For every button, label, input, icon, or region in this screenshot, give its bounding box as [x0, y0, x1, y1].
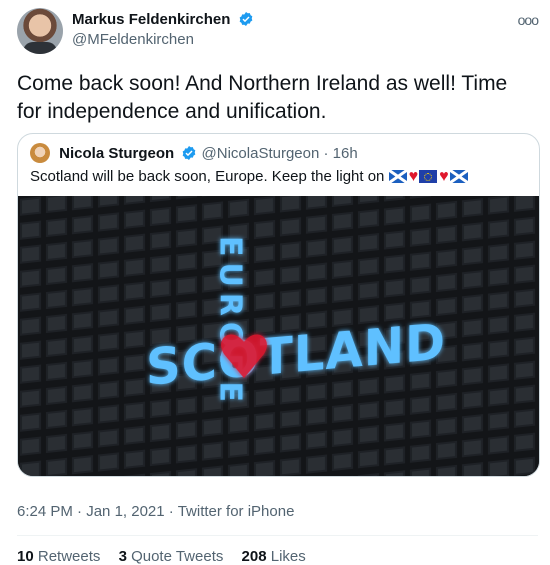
- tweet-meta: 6:24 PM · Jan 1, 2021 · Twitter for iPho…: [17, 503, 294, 520]
- meta-separator: ·: [77, 503, 83, 520]
- author-handle[interactable]: @MFeldenkirchen: [72, 31, 194, 48]
- quoted-tweet[interactable]: Nicola Sturgeon @NicolaSturgeon · 16h Sc…: [17, 133, 540, 477]
- author-name-row[interactable]: Markus Feldenkirchen: [72, 11, 254, 28]
- quoted-tweet-header: Nicola Sturgeon @NicolaSturgeon · 16h: [30, 143, 358, 163]
- retweets-count: 10: [17, 548, 34, 565]
- author-name[interactable]: Markus Feldenkirchen: [72, 11, 230, 28]
- tweet-time[interactable]: 6:24 PM: [17, 503, 73, 520]
- meta-separator: ·: [168, 503, 174, 520]
- author-avatar[interactable]: [17, 8, 63, 54]
- quoted-tweet-text: Scotland will be back soon, Europe. Keep…: [30, 168, 385, 185]
- eu-flag-icon: [419, 170, 438, 183]
- retweets-label: Retweets: [37, 548, 101, 565]
- scotland-flag-icon: [388, 170, 407, 183]
- quoted-separator: ·: [323, 145, 329, 162]
- retweets-stat[interactable]: 10 Retweets: [17, 548, 100, 565]
- quote-tweets-stat[interactable]: 3 Quote Tweets: [119, 548, 224, 565]
- red-heart-icon: ♥: [408, 168, 419, 185]
- likes-stat[interactable]: 208 Likes: [242, 548, 306, 565]
- quoted-tweet-text-row: Scotland will be back soon, Europe. Keep…: [30, 168, 469, 186]
- quoted-age: 16h: [332, 145, 358, 162]
- quoted-author-handle: @NicolaSturgeon: [201, 145, 320, 162]
- quote-tweets-count: 3: [118, 548, 127, 565]
- quoted-verified-badge-icon: [183, 146, 196, 160]
- more-options-icon[interactable]: ooo: [518, 12, 539, 28]
- divider: [17, 535, 538, 536]
- red-heart-icon: ♥: [439, 168, 449, 185]
- quote-tweets-label: Quote Tweets: [131, 548, 224, 565]
- tweet-stats: 10 Retweets 3 Quote Tweets 208 Likes: [17, 548, 320, 565]
- likes-count: 208: [241, 548, 267, 565]
- tweet-text: Come back soon! And Northern Ireland as …: [17, 72, 508, 123]
- likes-label: Likes: [270, 548, 306, 565]
- quoted-author-avatar: [30, 143, 50, 163]
- quoted-author-name: Nicola Sturgeon: [59, 145, 175, 162]
- tweet-date[interactable]: Jan 1, 2021: [86, 503, 164, 520]
- tweet-source[interactable]: Twitter for iPhone: [178, 503, 295, 520]
- scotland-flag-icon: [449, 170, 468, 183]
- quoted-tweet-image[interactable]: EUROPE SCOTLAND: [18, 196, 539, 476]
- verified-badge-icon: [239, 12, 252, 26]
